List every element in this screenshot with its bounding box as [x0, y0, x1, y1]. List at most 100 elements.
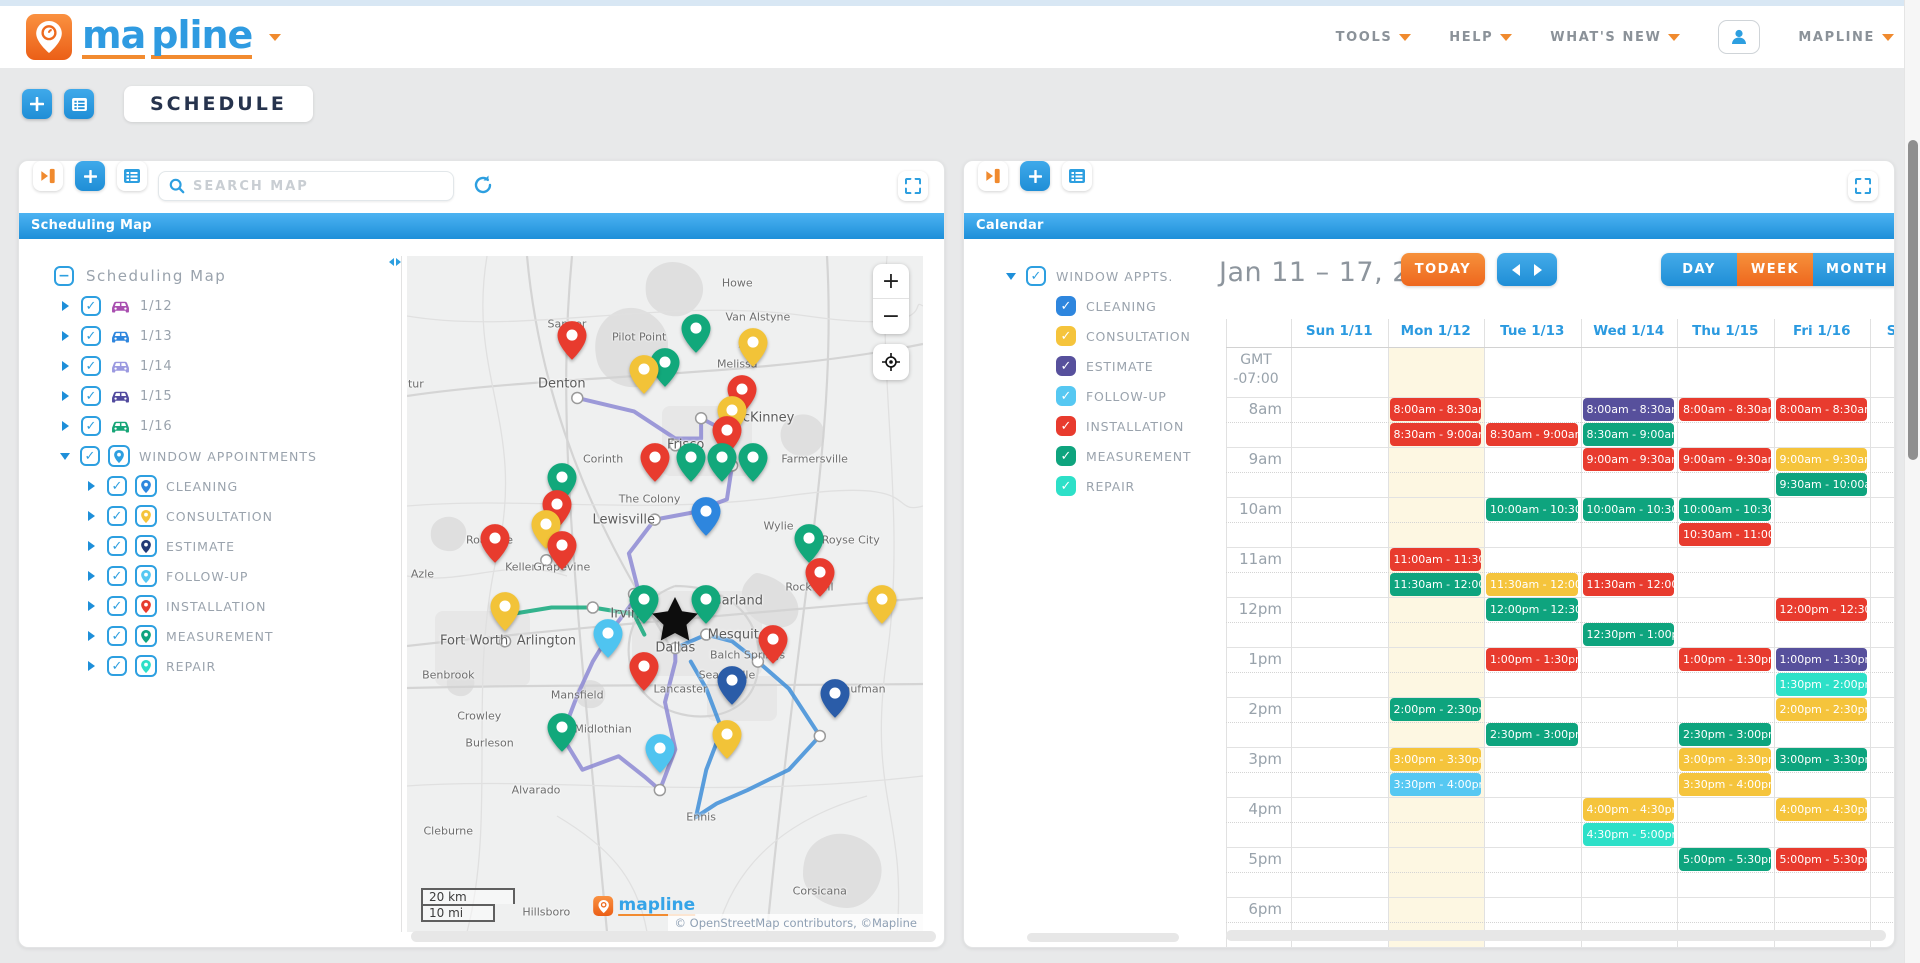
window-scrollbar[interactable] — [1904, 0, 1920, 963]
view-button-day[interactable]: DAY — [1661, 253, 1737, 286]
expand-caret-icon[interactable] — [88, 601, 95, 611]
calendar-fullscreen-button[interactable] — [1848, 171, 1878, 201]
event-installation[interactable]: 8:00am - 8:30am — [1679, 398, 1771, 421]
tree-item-follow-up[interactable]: ✓FOLLOW-UP — [19, 561, 399, 591]
event-installation[interactable]: 8:30am - 9:00am — [1486, 423, 1578, 446]
map-pin-cyan[interactable] — [594, 619, 623, 662]
event-installation[interactable]: 11:30am - 12:00pm — [1583, 573, 1675, 596]
event-measurement[interactable]: 2:00pm - 2:30pm — [1390, 698, 1482, 721]
list-view-button[interactable] — [117, 161, 147, 191]
legend-parent-checkbox[interactable]: ✓ — [1026, 266, 1046, 286]
map-pin-green[interactable] — [738, 443, 767, 486]
tree-item-vehicle-1-15[interactable]: ✓1/15 — [19, 381, 399, 411]
event-consultation[interactable]: 2:00pm - 2:30pm — [1776, 698, 1868, 721]
map-horizontal-scrollbar[interactable] — [411, 931, 936, 942]
vehicle-checkbox[interactable]: ✓ — [81, 326, 101, 346]
tree-item-cleaning[interactable]: ✓CLEANING — [19, 471, 399, 501]
event-measurement[interactable]: 12:30pm - 1:00pm — [1583, 623, 1675, 646]
expand-caret-icon[interactable] — [88, 481, 95, 491]
event-measurement[interactable]: 2:30pm - 3:00pm — [1679, 723, 1771, 746]
event-installation[interactable]: 1:00pm - 1:30pm — [1486, 648, 1578, 671]
collapse-caret-icon[interactable] — [1006, 273, 1016, 280]
legend-parent-row[interactable]: ✓WINDOW APPTS. — [964, 261, 1209, 291]
event-measurement[interactable]: 11:30am - 12:00pm — [1390, 573, 1482, 596]
map-pin-green[interactable] — [707, 443, 736, 486]
map-pin-red[interactable] — [640, 443, 669, 486]
event-installation[interactable]: 1:00pm - 1:30pm — [1679, 648, 1771, 671]
category-checkbox[interactable]: ✓ — [107, 626, 127, 646]
divider-handle-icon[interactable] — [389, 258, 401, 266]
map-pin-cyan[interactable] — [645, 734, 674, 777]
add-item-button[interactable] — [75, 161, 105, 191]
event-repair[interactable]: 1:30pm - 2:00pm — [1776, 673, 1868, 696]
legend-item-follow-up[interactable]: ✓FOLLOW-UP — [964, 381, 1209, 411]
view-button-month[interactable]: MONTH — [1813, 253, 1895, 286]
user-avatar-button[interactable] — [1718, 20, 1760, 54]
vehicle-checkbox[interactable]: ✓ — [81, 356, 101, 376]
today-button[interactable]: TODAY — [1401, 253, 1485, 286]
map-fullscreen-button[interactable] — [898, 171, 928, 201]
add-schedule-button[interactable] — [22, 89, 52, 119]
panel-divider[interactable] — [401, 256, 402, 932]
calendar-horizontal-scrollbar[interactable] — [1226, 930, 1886, 941]
event-measurement[interactable]: 8:30am - 9:00am — [1583, 423, 1675, 446]
expand-caret-icon[interactable] — [88, 661, 95, 671]
event-consultation[interactable]: 3:00pm - 3:30pm — [1679, 748, 1771, 771]
calendar-list-button[interactable] — [1062, 161, 1092, 191]
depot-star-icon[interactable] — [652, 597, 698, 645]
event-measurement[interactable]: 2:30pm - 3:00pm — [1486, 723, 1578, 746]
vehicle-checkbox[interactable]: ✓ — [81, 416, 101, 436]
map-pin-navy[interactable] — [821, 679, 850, 722]
tree-group-window-appointments[interactable]: ✓WINDOW APPOINTMENTS — [19, 441, 399, 471]
map-pin-red[interactable] — [547, 531, 576, 574]
map-pin-blue[interactable] — [692, 497, 721, 540]
tree-item-vehicle-1-14[interactable]: ✓1/14 — [19, 351, 399, 381]
event-consultation[interactable]: 3:30pm - 4:00pm — [1679, 773, 1771, 796]
event-measurement[interactable]: 3:00pm - 3:30pm — [1776, 748, 1868, 771]
event-installation[interactable]: 12:00pm - 12:30pm — [1776, 598, 1868, 621]
legend-horizontal-scrollbar[interactable] — [1027, 933, 1179, 942]
event-consultation[interactable]: 11:30am - 12:00pm — [1486, 573, 1578, 596]
category-checkbox[interactable]: ✓ — [107, 596, 127, 616]
event-installation[interactable]: 9:00am - 9:30am — [1679, 448, 1771, 471]
event-installation[interactable]: 5:00pm - 5:30pm — [1776, 848, 1868, 871]
event-installation[interactable]: 11:00am - 11:30am — [1390, 548, 1482, 571]
locate-button[interactable] — [873, 344, 909, 380]
logo-dropdown-caret[interactable] — [269, 34, 281, 41]
category-checkbox[interactable]: ✓ — [107, 476, 127, 496]
event-estimate[interactable]: 8:00am - 8:30am — [1583, 398, 1675, 421]
vehicle-checkbox[interactable]: ✓ — [81, 386, 101, 406]
route-waypoint[interactable] — [814, 730, 825, 741]
refresh-icon[interactable] — [472, 174, 494, 200]
expand-caret-icon[interactable] — [88, 541, 95, 551]
nav-help[interactable]: HELP — [1449, 30, 1512, 45]
map-pin-red[interactable] — [759, 625, 788, 668]
nav-what-s-new[interactable]: WHAT'S NEW — [1550, 30, 1680, 45]
collapse-caret-icon[interactable] — [60, 453, 70, 460]
category-checkbox[interactable]: ✓ — [107, 656, 127, 676]
map-pin-yellow[interactable] — [491, 592, 520, 635]
legend-checkbox-cleaning[interactable]: ✓ — [1056, 296, 1076, 316]
map-pin-navy[interactable] — [718, 666, 747, 709]
map-canvas[interactable]: SangerDentonPilot PointHoweVan AlstyneAn… — [407, 256, 923, 932]
event-installation[interactable]: 8:00am - 8:30am — [1776, 398, 1868, 421]
collapse-panel-button[interactable] — [33, 161, 63, 191]
map-pin-red[interactable] — [630, 652, 659, 695]
tree-item-estimate[interactable]: ✓ESTIMATE — [19, 531, 399, 561]
tree-item-consultation[interactable]: ✓CONSULTATION — [19, 501, 399, 531]
schedule-list-button[interactable] — [64, 89, 94, 119]
legend-checkbox-measurement[interactable]: ✓ — [1056, 446, 1076, 466]
expand-caret-icon[interactable] — [88, 631, 95, 641]
search-map-input[interactable] — [193, 179, 443, 194]
tree-item-vehicle-1-13[interactable]: ✓1/13 — [19, 321, 399, 351]
map-pin-green[interactable] — [676, 443, 705, 486]
view-button-week[interactable]: WEEK — [1737, 253, 1813, 286]
vehicle-checkbox[interactable]: ✓ — [81, 296, 101, 316]
map-pin-red[interactable] — [805, 558, 834, 601]
prev-week-button[interactable] — [1512, 264, 1520, 276]
next-week-button[interactable] — [1534, 264, 1542, 276]
route-waypoint[interactable] — [696, 413, 707, 424]
tree-item-vehicle-1-12[interactable]: ✓1/12 — [19, 291, 399, 321]
account-menu[interactable]: MAPLINE — [1798, 30, 1894, 45]
event-repair[interactable]: 4:30pm - 5:00pm — [1583, 823, 1675, 846]
